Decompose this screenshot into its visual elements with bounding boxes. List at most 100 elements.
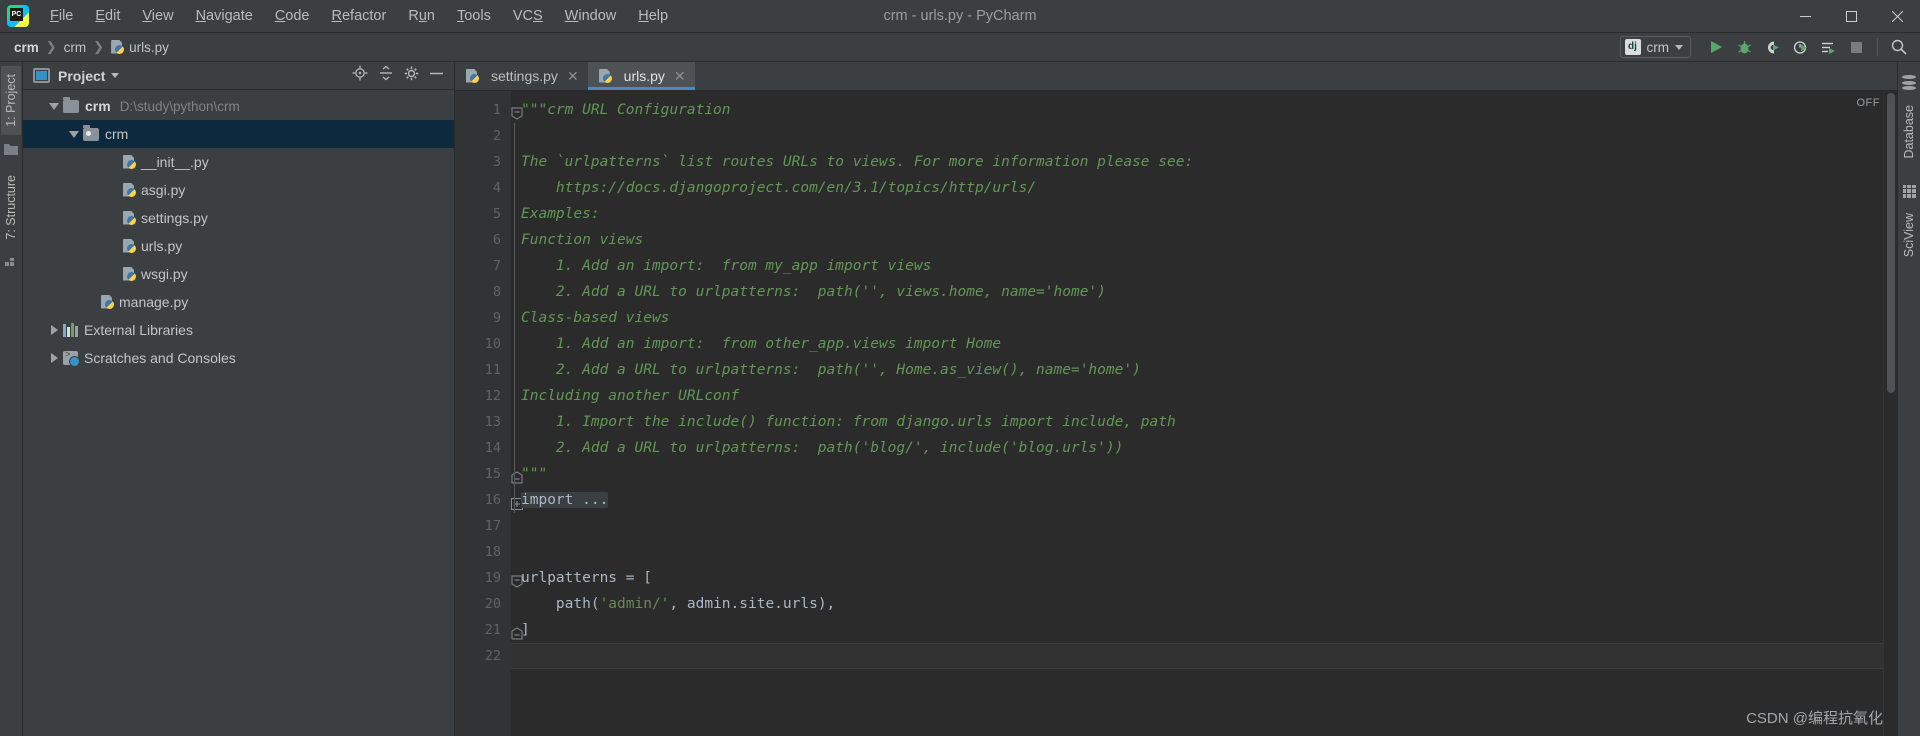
- tree-row-wsgi-py[interactable]: wsgi.py: [23, 260, 454, 288]
- collapse-all-icon[interactable]: [378, 65, 394, 86]
- database-icon[interactable]: [1902, 75, 1916, 90]
- code-line[interactable]: [521, 539, 1883, 565]
- code-line[interactable]: [521, 513, 1883, 539]
- menu-item-window[interactable]: Window: [554, 5, 628, 27]
- editor-tab-urls-py[interactable]: urls.py ✕: [587, 62, 695, 90]
- line-number-gutter: 1 2 3 4 5 6 7 8 9 10 11 12 13 14 15 16 17 18 19 20 21 22: [455, 91, 523, 736]
- code-editor[interactable]: 1 2 3 4 5 6 7 8 9 10 11 12 13 14 15 16 17 18 19 20 21 22 """c…: [455, 91, 1897, 736]
- tree-label: crm: [105, 126, 129, 142]
- breadcrumb-item-0[interactable]: crm: [10, 39, 43, 56]
- tree-twisty-collapsed-icon[interactable]: [45, 325, 63, 335]
- line-number: 16: [455, 487, 523, 513]
- code-line[interactable]: """: [521, 461, 1883, 487]
- right-tool-strip: Database SciView: [1897, 62, 1920, 736]
- code-line[interactable]: Examples:: [521, 201, 1883, 227]
- profile-button[interactable]: [1787, 34, 1813, 60]
- menu-item-code[interactable]: Code: [264, 5, 321, 27]
- code-line[interactable]: ]: [521, 617, 1883, 643]
- sidebar-tab-structure[interactable]: 7: Structure: [1, 167, 21, 248]
- project-panel-actions: [352, 65, 448, 86]
- search-everywhere-button[interactable]: [1886, 34, 1912, 60]
- main-toolbar: dj crm: [1619, 34, 1920, 60]
- menu-item-edit[interactable]: Edit: [84, 5, 131, 27]
- gear-icon[interactable]: [404, 66, 419, 86]
- left-tool-strip: 1: Project 7: Structure: [0, 62, 23, 736]
- tree-twisty-expanded-icon[interactable]: [45, 102, 63, 110]
- tree-row-init-py[interactable]: __init__.py: [23, 148, 454, 176]
- sidebar-tab-sciview[interactable]: SciView: [1899, 205, 1919, 265]
- toolbar-divider: [1877, 38, 1878, 56]
- menu-item-tools[interactable]: Tools: [446, 5, 502, 27]
- code-line[interactable]: 2. Add a URL to urlpatterns: path('', Ho…: [521, 357, 1883, 383]
- tree-row-settings-py[interactable]: settings.py: [23, 204, 454, 232]
- breadcrumb-item-1[interactable]: crm: [60, 39, 91, 56]
- run-with-coverage-button[interactable]: [1759, 34, 1785, 60]
- code-token: path(: [521, 596, 600, 612]
- close-icon[interactable]: ✕: [567, 68, 579, 85]
- menu-item-view[interactable]: View: [131, 5, 184, 27]
- tree-row-urls-py[interactable]: urls.py: [23, 232, 454, 260]
- sciview-icon[interactable]: [1902, 184, 1916, 198]
- tree-row-manage-py[interactable]: manage.py: [23, 288, 454, 316]
- tree-row-crm-module[interactable]: crm: [23, 120, 454, 148]
- folder-icon[interactable]: [4, 142, 18, 160]
- tree-row-crm-root[interactable]: crm D:\study\python\crm: [23, 92, 454, 120]
- code-text[interactable]: """crm URL Configuration The `urlpattern…: [511, 91, 1883, 736]
- menu-item-refactor[interactable]: Refactor: [321, 5, 398, 27]
- code-line[interactable]: urlpatterns = [: [521, 565, 1883, 591]
- run-configuration-selector[interactable]: dj crm: [1619, 36, 1691, 58]
- menu-item-file[interactable]: File: [39, 5, 84, 27]
- locate-file-icon[interactable]: [352, 65, 368, 86]
- sidebar-tab-database[interactable]: Database: [1899, 97, 1919, 167]
- breadcrumb-item-2[interactable]: urls.py: [107, 39, 173, 56]
- tree-row-asgi-py[interactable]: asgi.py: [23, 176, 454, 204]
- stop-button[interactable]: [1843, 34, 1869, 60]
- code-token: Function views: [521, 232, 644, 248]
- chevron-down-icon[interactable]: [111, 73, 120, 78]
- tree-twisty-collapsed-icon[interactable]: [45, 353, 63, 363]
- code-line[interactable]: 2. Add a URL to urlpatterns: path('blog/…: [521, 435, 1883, 461]
- tree-row-external-libraries[interactable]: External Libraries: [23, 316, 454, 344]
- code-line[interactable]: https://docs.djangoproject.com/en/3.1/to…: [521, 175, 1883, 201]
- code-token: 1. Import the include() function: from d…: [521, 414, 1176, 430]
- code-line[interactable]: Class-based views: [521, 305, 1883, 331]
- code-line[interactable]: 1. Import the include() function: from d…: [521, 409, 1883, 435]
- code-line[interactable]: Function views: [521, 227, 1883, 253]
- hide-panel-icon[interactable]: [429, 66, 444, 86]
- code-line[interactable]: """crm URL Configuration: [521, 97, 1883, 123]
- tree-label: crm: [85, 98, 111, 114]
- menu-item-navigate[interactable]: Navigate: [185, 5, 264, 27]
- menu-item-run[interactable]: Run: [397, 5, 446, 27]
- menu-item-vcs[interactable]: VCS: [502, 5, 554, 27]
- close-icon[interactable]: ✕: [674, 68, 686, 85]
- debug-button[interactable]: [1731, 34, 1757, 60]
- code-line[interactable]: import ...: [521, 487, 1883, 513]
- editor-tab-settings-py[interactable]: settings.py ✕: [455, 62, 588, 90]
- maximize-button[interactable]: [1828, 0, 1874, 33]
- minimize-button[interactable]: [1782, 0, 1828, 33]
- code-line[interactable]: Including another URLconf: [521, 383, 1883, 409]
- code-line[interactable]: path('admin/', admin.site.urls),: [521, 591, 1883, 617]
- code-line[interactable]: 1. Add an import: from other_app.views i…: [521, 331, 1883, 357]
- editor-scrollbar-thumb[interactable]: [1886, 93, 1895, 393]
- code-token: Including another URLconf: [521, 388, 740, 404]
- code-token: 2. Add a URL to urlpatterns: path('', vi…: [521, 284, 1106, 300]
- line-number: 22: [484, 648, 501, 664]
- close-button[interactable]: [1874, 0, 1920, 33]
- tree-row-scratches-and-consoles[interactable]: Scratches and Consoles: [23, 344, 454, 372]
- line-number: 17: [484, 518, 501, 534]
- code-line[interactable]: 1. Add an import: from my_app import vie…: [521, 253, 1883, 279]
- sidebar-tab-project[interactable]: 1: Project: [1, 66, 21, 135]
- code-line[interactable]: 2. Add a URL to urlpatterns: path('', vi…: [521, 279, 1883, 305]
- project-tree[interactable]: crm D:\study\python\crm crm __init__.py …: [23, 90, 454, 736]
- structure-icon[interactable]: [4, 254, 18, 272]
- code-line[interactable]: [521, 123, 1883, 149]
- run-configuration-name: crm: [1646, 39, 1670, 55]
- tree-twisty-expanded-icon[interactable]: [65, 130, 83, 138]
- run-with-console-button[interactable]: [1815, 34, 1841, 60]
- code-line[interactable]: The `urlpatterns` list routes URLs to vi…: [521, 149, 1883, 175]
- marker-strip[interactable]: [1883, 91, 1897, 736]
- run-button[interactable]: [1703, 34, 1729, 60]
- code-token: , admin.site.urls),: [669, 596, 836, 612]
- menu-item-help[interactable]: Help: [627, 5, 679, 27]
